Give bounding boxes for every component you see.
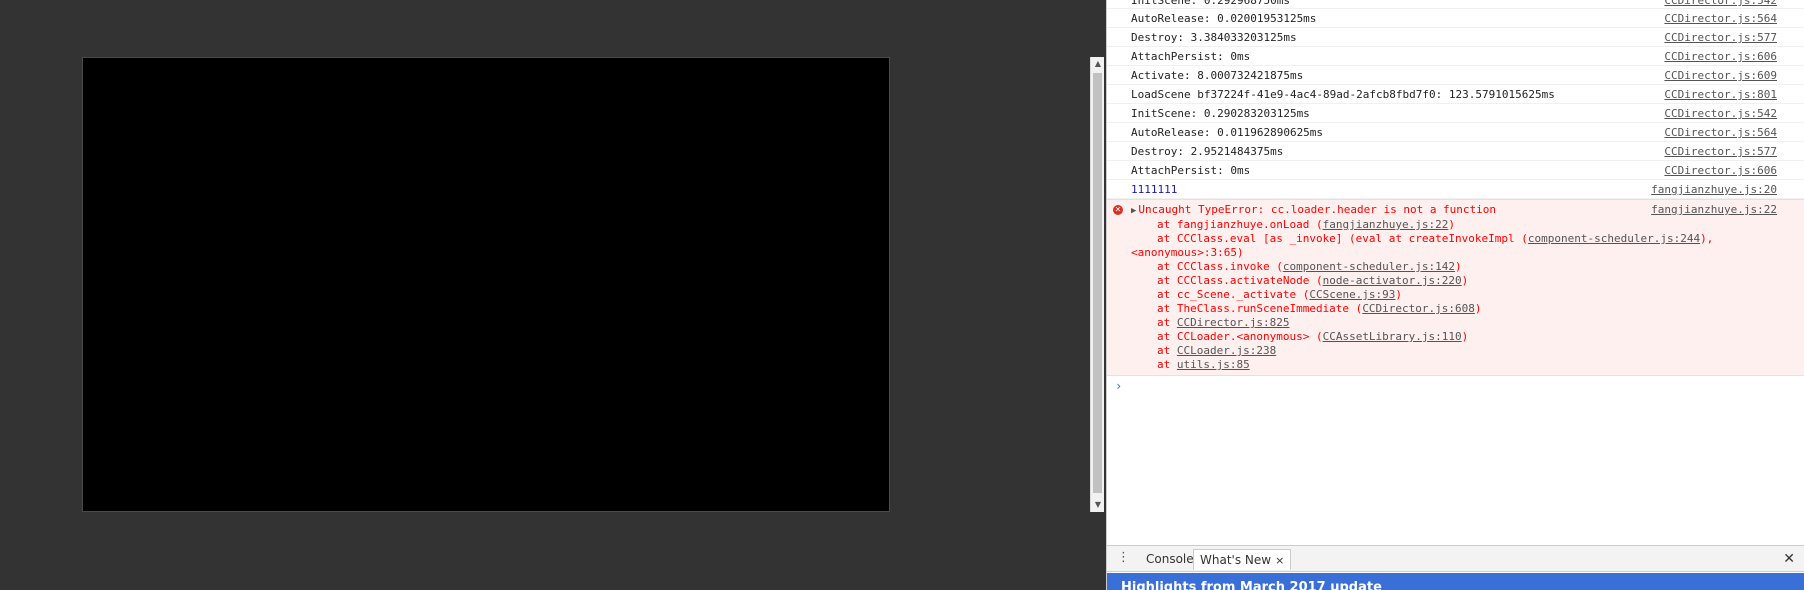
stack-frame-suffix: ), xyxy=(1700,232,1714,245)
error-stack-trace: at fangjianzhuye.onLoad (fangjianzhuye.j… xyxy=(1131,218,1777,372)
stack-frame: at cc_Scene._activate (CCScene.js:93) xyxy=(1131,288,1777,302)
console-source-link[interactable]: CCDirector.js:577 xyxy=(1664,28,1777,47)
stack-frame: at CCClass.eval [as _invoke] (eval at cr… xyxy=(1131,232,1777,246)
error-message: Uncaught TypeError: cc.loader.header is … xyxy=(1138,203,1497,216)
stack-frame: at CCClass.invoke (component-scheduler.j… xyxy=(1131,260,1777,274)
stack-frame: at CCDirector.js:825 xyxy=(1131,316,1777,330)
stack-frame-text: at cc_Scene._activate ( xyxy=(1157,288,1310,301)
stack-frame-suffix: ) xyxy=(1448,218,1456,231)
expand-triangle-icon[interactable]: ▶ xyxy=(1131,206,1136,216)
console-output: InitScene: 0.292968750ms CCDirector.js:54… xyxy=(1107,0,1804,542)
error-icon: ✕ xyxy=(1113,205,1123,215)
stack-frame: at fangjianzhuye.onLoad (fangjianzhuye.j… xyxy=(1131,218,1777,232)
error-header: ▶ Uncaught TypeError: cc.loader.header is… xyxy=(1131,203,1777,218)
console-source-link[interactable]: CCDirector.js:564 xyxy=(1664,123,1777,142)
console-row: Activate: 8.000732421875ms CCDirector.js:… xyxy=(1107,66,1804,85)
tab-whats-new[interactable]: What's New × xyxy=(1193,549,1292,570)
devtools-panel: InitScene: 0.292968750ms CCDirector.js:54… xyxy=(1106,0,1804,590)
tab-console[interactable]: Console xyxy=(1140,549,1200,570)
stack-frame: at CCLoader.<anonymous> (CCAssetLibrary.… xyxy=(1131,330,1777,344)
log-message: 1111111 xyxy=(1131,183,1178,196)
console-row: Destroy: 2.9521484375ms CCDirector.js:577 xyxy=(1107,142,1804,161)
stack-frame-suffix: ) xyxy=(1455,260,1462,273)
stack-frame-link[interactable]: node-activator.js:220 xyxy=(1323,274,1462,287)
console-message: AutoRelease: 0.011962890625ms xyxy=(1131,126,1324,139)
close-drawer-icon[interactable]: ✕ xyxy=(1783,549,1795,569)
console-message: Destroy: 2.9521484375ms xyxy=(1131,145,1284,158)
stack-frame-link[interactable]: component-scheduler.js:142 xyxy=(1283,260,1455,273)
stack-frame-text: at xyxy=(1157,316,1177,329)
console-message: AutoRelease: 0.02001953125ms xyxy=(1131,12,1317,25)
tab-whats-new-label: What's New xyxy=(1200,553,1272,567)
console-row: Destroy: 3.384033203125ms CCDirector.js:5… xyxy=(1107,28,1804,47)
console-message: AttachPersist: 0ms xyxy=(1131,50,1251,63)
stack-frame-text: at CCClass.activateNode ( xyxy=(1157,274,1323,287)
console-message: LoadScene bf37224f-41e9-4ac4-89ad-2afcb8… xyxy=(1131,88,1555,101)
console-source-link[interactable]: CCDirector.js:542 xyxy=(1664,104,1777,123)
console-source-link[interactable]: CCDirector.js:577 xyxy=(1664,142,1777,161)
console-message: InitScene: 0.290283203125ms xyxy=(1131,107,1310,120)
stack-frame-text: at xyxy=(1157,358,1177,371)
prompt-chevron-icon: › xyxy=(1115,379,1123,393)
console-source-link[interactable]: CCDirector.js:606 xyxy=(1664,47,1777,66)
stack-frame-link[interactable]: fangjianzhuye.js:22 xyxy=(1323,218,1449,231)
stack-frame-text: at xyxy=(1157,344,1177,357)
stack-frame: at utils.js:85 xyxy=(1131,358,1777,372)
stack-frame-text: at CCClass.eval [as _invoke] (eval at cr… xyxy=(1157,232,1528,245)
console-rows: InitScene: 0.292968750ms CCDirector.js:54… xyxy=(1107,0,1804,180)
whats-new-banner: Highlights from March 2017 update xyxy=(1107,573,1804,590)
stack-frame-link[interactable]: CCDirector.js:825 xyxy=(1177,316,1290,329)
console-row: AutoRelease: 0.02001953125ms CCDirector.j… xyxy=(1107,9,1804,28)
scroll-up-arrow-icon[interactable]: ▲ xyxy=(1091,57,1105,71)
vertical-scrollbar[interactable]: ▲ ▼ xyxy=(1090,57,1104,512)
console-row: AttachPersist: 0ms CCDirector.js:606 xyxy=(1107,47,1804,66)
tab-close-icon[interactable]: × xyxy=(1275,554,1284,567)
console-source-link[interactable]: CCDirector.js:606 xyxy=(1664,161,1777,180)
stack-frame-text: <anonymous>:3:65) xyxy=(1131,246,1244,259)
stack-frame-suffix: ) xyxy=(1474,302,1482,315)
console-prompt[interactable]: › xyxy=(1107,376,1804,396)
console-message: InitScene: 0.292968750ms xyxy=(1131,0,1290,7)
console-error-row: ✕ ▶ Uncaught TypeError: cc.loader.header … xyxy=(1107,199,1804,376)
stack-frame: at CCClass.activateNode (node-activator.… xyxy=(1131,274,1777,288)
stack-frame-suffix: ) xyxy=(1461,274,1469,287)
console-row: AttachPersist: 0ms CCDirector.js:606 xyxy=(1107,161,1804,180)
console-log-row: 1111111 fangjianzhuye.js:20 xyxy=(1107,180,1804,199)
stack-frame-suffix: ) xyxy=(1461,330,1469,343)
stack-frame: at CCLoader.js:238 xyxy=(1131,344,1777,358)
drawer-tab-bar: ⋮ Console What's New × ✕ xyxy=(1107,545,1804,572)
console-message: Destroy: 3.384033203125ms xyxy=(1131,31,1297,44)
console-source-link[interactable]: CCDirector.js:542 xyxy=(1664,0,1777,6)
stack-frame-text: at CCLoader.<anonymous> ( xyxy=(1157,330,1323,343)
stack-frame-link[interactable]: CCScene.js:93 xyxy=(1309,288,1395,301)
stack-frame-link[interactable]: CCAssetLibrary.js:110 xyxy=(1323,330,1462,343)
game-canvas[interactable] xyxy=(82,57,890,512)
stack-frame-suffix: ) xyxy=(1395,288,1403,301)
scroll-down-arrow-icon[interactable]: ▼ xyxy=(1091,498,1105,512)
stack-frame: <anonymous>:3:65) xyxy=(1131,246,1777,260)
stack-frame-text: at CCClass.invoke ( xyxy=(1157,260,1283,273)
stack-frame: at TheClass.runSceneImmediate (CCDirecto… xyxy=(1131,302,1777,316)
stack-frame-link[interactable]: component-scheduler.js:244 xyxy=(1528,232,1700,245)
console-row: AutoRelease: 0.011962890625ms CCDirector.… xyxy=(1107,123,1804,142)
console-row: InitScene: 0.290283203125ms CCDirector.js… xyxy=(1107,104,1804,123)
console-source-link[interactable]: CCDirector.js:801 xyxy=(1664,85,1777,104)
console-message: AttachPersist: 0ms xyxy=(1131,164,1251,177)
console-row: LoadScene bf37224f-41e9-4ac4-89ad-2afcb8… xyxy=(1107,85,1804,104)
drawer-menu-icon[interactable]: ⋮ xyxy=(1117,551,1130,565)
stack-frame-text: at fangjianzhuye.onLoad ( xyxy=(1157,218,1323,231)
stack-frame-link[interactable]: CCDirector.js:608 xyxy=(1362,302,1475,315)
stack-frame-text: at TheClass.runSceneImmediate ( xyxy=(1157,302,1363,315)
game-preview-area xyxy=(0,0,1088,590)
log-source-link[interactable]: fangjianzhuye.js:20 xyxy=(1651,180,1777,199)
console-source-link[interactable]: CCDirector.js:564 xyxy=(1664,9,1777,28)
error-source-link[interactable]: fangjianzhuye.js:22 xyxy=(1651,203,1777,217)
console-row: InitScene: 0.292968750ms CCDirector.js:54… xyxy=(1107,0,1804,9)
stack-frame-link[interactable]: CCLoader.js:238 xyxy=(1177,344,1276,357)
console-source-link[interactable]: CCDirector.js:609 xyxy=(1664,66,1777,85)
console-message: Activate: 8.000732421875ms xyxy=(1131,69,1304,82)
stack-frame-link[interactable]: utils.js:85 xyxy=(1177,358,1250,371)
scrollbar-thumb[interactable] xyxy=(1093,73,1102,493)
